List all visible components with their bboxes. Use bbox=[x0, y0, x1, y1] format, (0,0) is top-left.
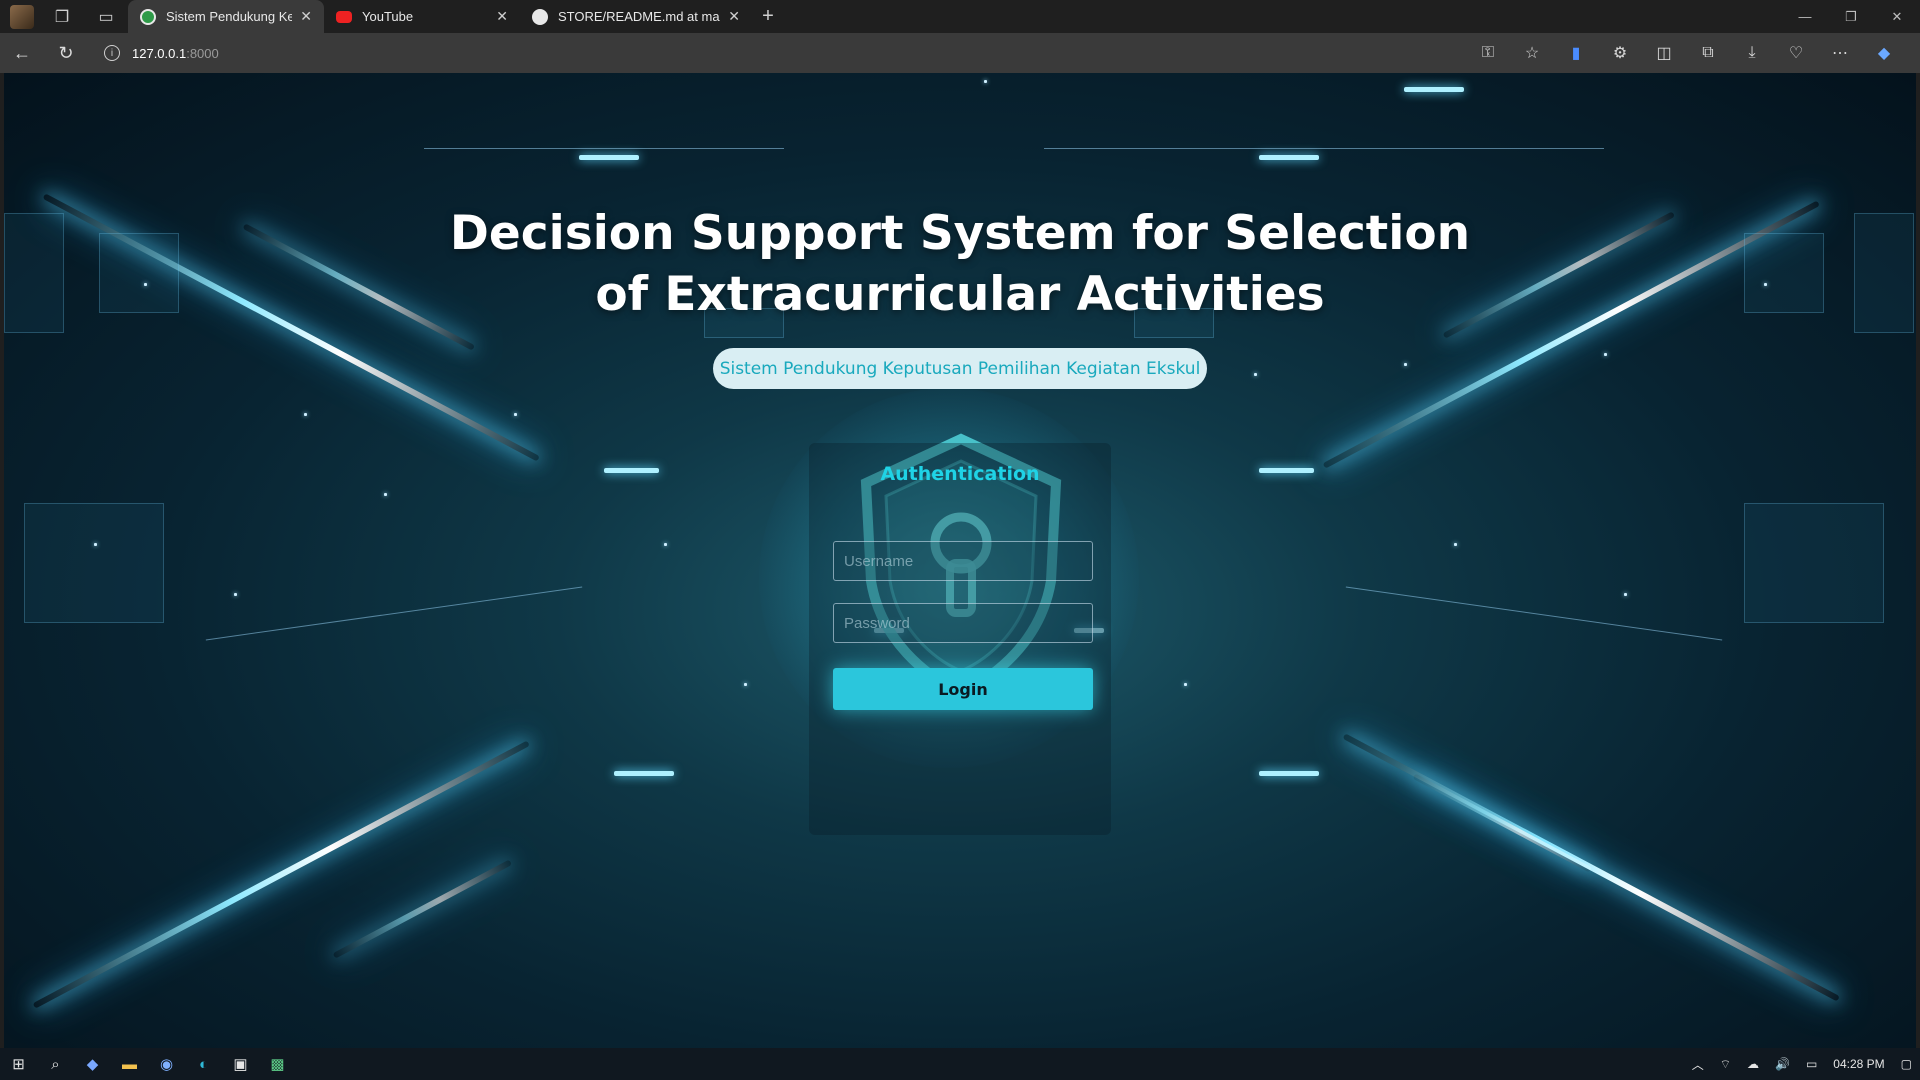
tab-github[interactable]: STORE/README.md at master · El ✕ bbox=[520, 0, 752, 33]
taskbar: ⊞ ⌕ ◆ ▬ ◉ ◐ ▣ ▩ ︿ ⌔ ☁ 🔊 ▭ 04:28 PM ▢ bbox=[0, 1048, 1920, 1080]
youtube-icon bbox=[336, 10, 352, 23]
github-icon bbox=[532, 8, 548, 25]
login-form: Authentication Login bbox=[809, 443, 1111, 835]
tab-title: YouTube bbox=[362, 9, 414, 24]
wifi-icon[interactable]: ⌔ bbox=[1712, 1057, 1739, 1072]
page-title-line1: Decision Support System for Selection bbox=[449, 206, 1471, 261]
page-title: Decision Support System for Selection of… bbox=[4, 203, 1916, 325]
tab-spk[interactable]: Sistem Pendukung Keputusan Pe ✕ bbox=[128, 0, 324, 33]
search-icon[interactable]: ⌕ bbox=[37, 1048, 74, 1080]
window-controls: — ❐ ✕ bbox=[1782, 0, 1920, 33]
clock[interactable]: 04:28 PM bbox=[1825, 1057, 1892, 1071]
page-title-line2: of Extracurricular Activities bbox=[595, 267, 1325, 322]
favorite-star-icon[interactable]: ☆ bbox=[1510, 43, 1554, 63]
copilot-icon[interactable]: ◆ bbox=[1862, 43, 1906, 63]
chevron-up-icon[interactable]: ︿ bbox=[1684, 1056, 1712, 1073]
performance-icon[interactable]: ♡ bbox=[1774, 43, 1818, 63]
close-tab-icon[interactable]: ✕ bbox=[300, 8, 312, 25]
app-icon[interactable]: ◉ bbox=[148, 1048, 185, 1080]
browser-tools: ⚿ ☆ ▮ ⚙ ◫ ⧉ ⤓ ♡ ⋯ ◆ bbox=[1466, 33, 1906, 73]
url-host: 127.0.0.1 bbox=[132, 45, 187, 61]
download-icon[interactable]: ⤓ bbox=[1730, 44, 1774, 62]
start-icon[interactable]: ⊞ bbox=[0, 1048, 37, 1080]
url-port: :8000 bbox=[186, 45, 219, 61]
username-input[interactable] bbox=[833, 541, 1093, 581]
workspaces-icon[interactable]: ❐ bbox=[40, 0, 84, 33]
site-info-icon[interactable]: i bbox=[104, 45, 120, 61]
more-menu-icon[interactable]: ⋯ bbox=[1818, 43, 1862, 63]
tab-title: Sistem Pendukung Keputusan Pe bbox=[166, 9, 293, 24]
tab-title: STORE/README.md at master · El bbox=[558, 9, 720, 24]
notification-icon[interactable]: ▢ bbox=[1893, 1057, 1920, 1071]
password-input[interactable] bbox=[833, 603, 1093, 643]
login-button[interactable]: Login bbox=[833, 668, 1093, 710]
minimize-icon[interactable]: — bbox=[1782, 0, 1828, 33]
edge-icon[interactable]: ◐ bbox=[185, 1048, 222, 1080]
tab-strip: ❐ ▭ Sistem Pendukung Keputusan Pe ✕ YouT… bbox=[0, 0, 1920, 33]
tab-actions-icon[interactable]: ▭ bbox=[84, 0, 128, 33]
new-tab-button[interactable]: + bbox=[752, 5, 784, 28]
back-icon[interactable]: ← bbox=[0, 33, 44, 73]
url-field[interactable]: i 127.0.0.1:8000 bbox=[96, 38, 1536, 68]
tab-youtube[interactable]: YouTube ✕ bbox=[324, 0, 520, 33]
close-window-icon[interactable]: ✕ bbox=[1874, 0, 1920, 33]
battery-icon[interactable]: ▭ bbox=[1798, 1057, 1825, 1071]
refresh-icon[interactable]: ↻ bbox=[44, 33, 88, 73]
key-icon[interactable]: ⚿ bbox=[1466, 44, 1510, 62]
extensions-icon[interactable]: ⚙ bbox=[1598, 43, 1642, 63]
close-tab-icon[interactable]: ✕ bbox=[728, 8, 740, 25]
split-screen-icon[interactable]: ◫ bbox=[1642, 43, 1686, 63]
auth-heading: Authentication bbox=[880, 463, 1040, 485]
terminal-icon[interactable]: ▣ bbox=[222, 1048, 259, 1080]
extension-blue-icon[interactable]: ▮ bbox=[1554, 43, 1598, 63]
cloud-icon[interactable]: ☁ bbox=[1739, 1057, 1767, 1071]
system-tray: ︿ ⌔ ☁ 🔊 ▭ 04:28 PM ▢ bbox=[1684, 1048, 1920, 1080]
copilot-taskbar-icon[interactable]: ◆ bbox=[74, 1048, 111, 1080]
file-explorer-icon[interactable]: ▬ bbox=[111, 1048, 148, 1080]
page-background: Decision Support System for Selection of… bbox=[4, 73, 1916, 1048]
restore-icon[interactable]: ❐ bbox=[1828, 0, 1874, 33]
subtitle-text: Sistem Pendukung Keputusan Pemilihan Keg… bbox=[719, 358, 1201, 379]
profile-avatar[interactable] bbox=[10, 4, 34, 29]
close-tab-icon[interactable]: ✕ bbox=[496, 8, 508, 25]
app-favicon-icon bbox=[140, 8, 156, 25]
volume-icon[interactable]: 🔊 bbox=[1767, 1057, 1798, 1071]
subtitle-badge: Sistem Pendukung Keputusan Pemilihan Keg… bbox=[713, 348, 1207, 389]
app-green-icon[interactable]: ▩ bbox=[259, 1048, 296, 1080]
collections-icon[interactable]: ⧉ bbox=[1686, 44, 1730, 62]
